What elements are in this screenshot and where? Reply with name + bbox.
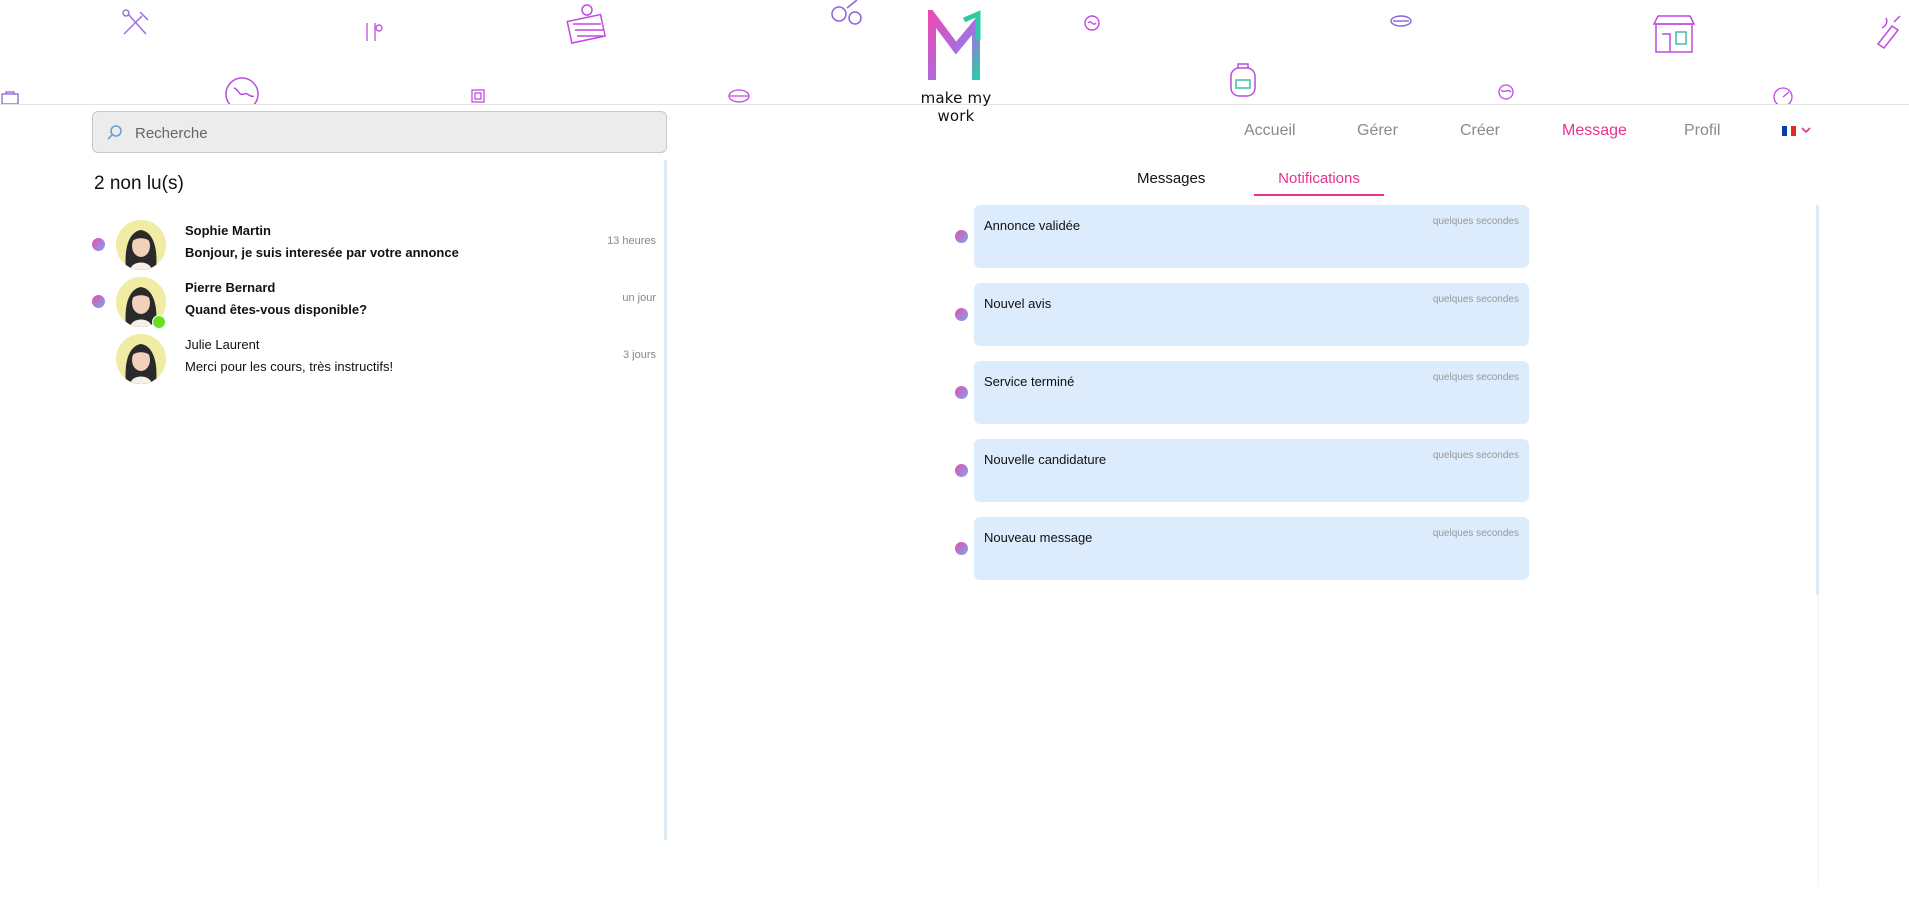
search-icon: [107, 125, 122, 140]
contact-name: Julie Laurent: [185, 337, 260, 352]
unread-dot: [955, 542, 968, 555]
pizza-icon: [1773, 87, 1793, 104]
conversation-item[interactable]: Pierre Bernard Quand êtes-vous disponibl…: [90, 275, 656, 329]
backpack-icon: [1230, 63, 1256, 97]
avatar: [116, 220, 166, 270]
header: make my work: [0, 0, 1909, 125]
notification-time: quelques secondes: [1432, 294, 1519, 305]
message-time: 13 heures: [607, 235, 656, 247]
notification-item[interactable]: Nouveau message quelques secondes: [974, 517, 1529, 580]
notification-title: Nouvel avis: [984, 296, 1052, 311]
notification-item[interactable]: Service terminé quelques secondes: [974, 361, 1529, 424]
notification-time: quelques secondes: [1432, 528, 1519, 539]
notification-title: Service terminé: [984, 374, 1075, 389]
nav-profil[interactable]: Profil: [1684, 122, 1720, 140]
nav-gerer[interactable]: Gérer: [1357, 122, 1398, 140]
message-preview: Merci pour les cours, très instructifs!: [185, 359, 394, 374]
notification-item[interactable]: Nouvelle candidature quelques secondes: [974, 439, 1529, 502]
handyman-icon: [831, 0, 862, 25]
conversation-item[interactable]: Julie Laurent Merci pour les cours, très…: [90, 332, 656, 386]
notification-title: Annonce validée: [984, 218, 1081, 233]
frame-icon: [471, 89, 485, 103]
online-indicator: [152, 315, 166, 329]
burger-icon: [1390, 15, 1412, 27]
message-preview: Bonjour, je suis interesée par votre ann…: [185, 245, 459, 260]
contact-name: Pierre Bernard: [185, 280, 276, 295]
dessert-icon: [1498, 84, 1514, 100]
notification-item[interactable]: Nouvel avis quelques secondes: [974, 283, 1529, 346]
unread-dot: [955, 308, 968, 321]
message-time: un jour: [622, 292, 656, 304]
notification-item[interactable]: Annonce validée quelques secondes: [974, 205, 1529, 268]
shop-icon: [1652, 15, 1696, 53]
message-tabs: Messages Notifications: [1100, 170, 1400, 196]
tab-notifications[interactable]: Notifications: [1254, 170, 1384, 196]
cake-icon: [728, 89, 750, 103]
nav-message[interactable]: Message: [1562, 122, 1627, 140]
contact-name: Sophie Martin: [185, 223, 271, 238]
avatar: [116, 334, 166, 384]
message-preview: Quand êtes-vous disponible?: [185, 302, 368, 317]
conversation-item[interactable]: Sophie Martin Bonjour, je suis interesée…: [90, 218, 656, 272]
cleaning-icon: [1876, 15, 1901, 50]
salon-icon: [366, 23, 383, 41]
tools-icon: [122, 9, 149, 35]
notification-title: Nouvelle candidature: [984, 452, 1107, 467]
unread-dot: [955, 386, 968, 399]
basket-icon: [566, 4, 606, 44]
food-icon: [1084, 15, 1100, 31]
globe-icon: [225, 77, 259, 104]
logo-mark-icon: [928, 3, 981, 80]
notification-time: quelques secondes: [1432, 216, 1519, 227]
french-flag-icon: [1782, 126, 1797, 136]
message-time: 3 jours: [622, 349, 656, 361]
notification-time: quelques secondes: [1432, 372, 1519, 383]
brand-logo[interactable]: make my work: [908, 3, 1004, 125]
unread-dot: [92, 295, 105, 308]
bag-icon: [1, 91, 19, 104]
unread-dot: [955, 230, 968, 243]
unread-count: 2 non lu(s): [94, 173, 184, 194]
conversation-list-scrollbar[interactable]: [664, 160, 667, 840]
search-bar[interactable]: [92, 111, 667, 154]
brand-name: make my work: [920, 89, 992, 125]
chevron-down-icon: [1801, 127, 1811, 134]
nav-accueil[interactable]: Accueil: [1244, 122, 1296, 140]
notification-title: Nouveau message: [984, 530, 1093, 545]
search-input[interactable]: [133, 112, 657, 154]
nav-creer[interactable]: Créer: [1460, 122, 1500, 140]
tab-messages[interactable]: Messages: [1137, 170, 1205, 187]
unread-dot: [92, 238, 105, 251]
notification-list-scrollbar[interactable]: [1816, 205, 1819, 595]
unread-dot: [955, 464, 968, 477]
notification-time: quelques secondes: [1432, 450, 1519, 461]
